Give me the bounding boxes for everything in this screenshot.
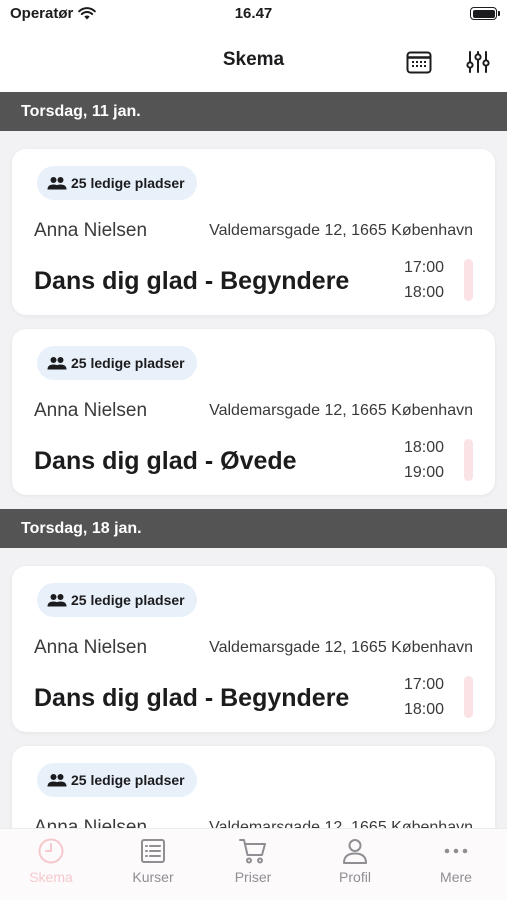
- tab-label: Profil: [339, 869, 371, 885]
- tab-label: Mere: [440, 869, 472, 885]
- date-header: Torsdag, 11 jan.: [0, 92, 507, 131]
- tab-kurser[interactable]: Kurser: [103, 837, 203, 885]
- tab-bar: Skema Kurser Priser Profil Mere: [0, 828, 507, 900]
- filter-button[interactable]: [460, 44, 496, 80]
- calendar-button[interactable]: [401, 44, 437, 80]
- start-time: 17:00: [403, 259, 444, 276]
- instructor-name: Anna Nielsen: [34, 637, 148, 658]
- class-card[interactable]: 25 ledige pladser Anna Nielsen Valdemars…: [12, 746, 495, 828]
- instructor-name: Anna Nielsen: [34, 400, 148, 421]
- availability-badge: 25 ledige pladser: [37, 166, 197, 200]
- people-icon: [47, 774, 67, 787]
- tab-profil[interactable]: Profil: [305, 837, 405, 885]
- person-icon: [343, 839, 367, 864]
- class-address: Valdemarsgade 12, 1665 København: [209, 402, 473, 419]
- class-times: 17:00 18:00: [404, 672, 444, 722]
- class-address: Valdemarsgade 12, 1665 København: [209, 222, 473, 239]
- date-header: Torsdag, 18 jan.: [0, 509, 507, 548]
- class-times: 17:00 18:00: [404, 255, 444, 305]
- class-title: Dans dig glad - Begyndere: [34, 684, 350, 712]
- status-bar: Operatør 16.47: [0, 0, 507, 34]
- people-icon: [47, 177, 67, 190]
- availability-text: 25 ledige pladser: [71, 175, 185, 191]
- sliders-icon: [466, 51, 490, 73]
- class-address: Valdemarsgade 12, 1665 København: [209, 639, 473, 656]
- tab-label: Skema: [29, 869, 73, 885]
- end-time: 19:00: [403, 464, 444, 481]
- people-icon: [47, 594, 67, 607]
- availability-text: 25 ledige pladser: [71, 772, 185, 788]
- more-icon: [444, 848, 468, 854]
- tab-priser[interactable]: Priser: [203, 837, 303, 885]
- class-address: Valdemarsgade 12, 1665 København: [209, 819, 473, 828]
- status-indicator: [464, 439, 473, 481]
- start-time: 18:00: [403, 439, 444, 456]
- class-title: Dans dig glad - Begyndere: [34, 267, 350, 295]
- status-indicator: [464, 259, 473, 301]
- schedule-list: Torsdag, 11 jan. 25 ledige pladser Anna …: [0, 92, 507, 828]
- tab-label: Priser: [234, 869, 272, 885]
- end-time: 18:00: [403, 284, 444, 301]
- end-time: 18:00: [403, 701, 444, 718]
- class-title: Dans dig glad - Øvede: [34, 447, 297, 475]
- class-card[interactable]: 25 ledige pladser Anna Nielsen Valdemars…: [12, 329, 495, 495]
- battery-icon: [470, 7, 500, 20]
- tab-mere[interactable]: Mere: [406, 837, 506, 885]
- instructor-name: Anna Nielsen: [34, 220, 148, 241]
- status-time: 16.47: [234, 5, 273, 22]
- class-times: 18:00 19:00: [404, 435, 444, 485]
- cart-icon: [239, 839, 266, 864]
- availability-badge: 25 ledige pladser: [37, 346, 197, 380]
- people-icon: [47, 357, 67, 370]
- tab-skema[interactable]: Skema: [1, 837, 101, 885]
- calendar-icon: [406, 51, 432, 74]
- availability-badge: 25 ledige pladser: [37, 763, 197, 797]
- clock-icon: [38, 838, 64, 864]
- availability-badge: 25 ledige pladser: [37, 583, 197, 617]
- availability-text: 25 ledige pladser: [71, 355, 185, 371]
- class-card[interactable]: 25 ledige pladser Anna Nielsen Valdemars…: [12, 566, 495, 732]
- tab-label: Kurser: [132, 869, 174, 885]
- status-indicator: [464, 676, 473, 718]
- list-icon: [141, 839, 165, 863]
- start-time: 17:00: [403, 676, 444, 693]
- nav-bar: Skema: [0, 34, 507, 92]
- class-card[interactable]: 25 ledige pladser Anna Nielsen Valdemars…: [12, 149, 495, 315]
- instructor-name: Anna Nielsen: [34, 817, 148, 828]
- availability-text: 25 ledige pladser: [71, 592, 185, 608]
